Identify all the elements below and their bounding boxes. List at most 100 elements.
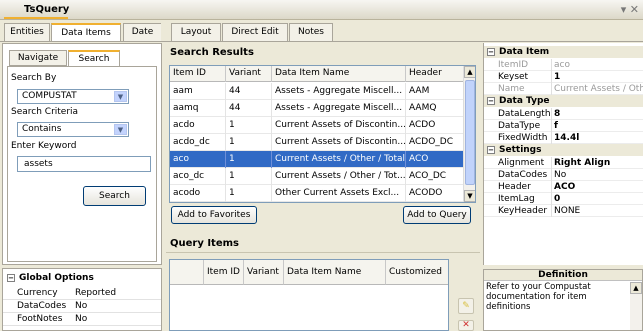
collapse-icon[interactable]: −	[487, 96, 495, 105]
property-section-header[interactable]: − Data Type	[484, 95, 643, 107]
tab-layout[interactable]: Layout	[171, 23, 221, 41]
window-controls[interactable]: ▾ ✕	[621, 3, 639, 16]
col-header[interactable]: Header	[406, 66, 465, 82]
search-by-label: Search By	[11, 73, 57, 83]
property-row[interactable]: Alignment Right Align	[484, 157, 643, 169]
property-row[interactable]: FixedWidth 14.4l	[484, 132, 643, 144]
col-name[interactable]: Data Item Name	[272, 66, 406, 82]
cell-variant: 1	[226, 168, 272, 185]
qcol-name[interactable]: Data Item Name	[284, 260, 386, 285]
divider	[166, 252, 480, 253]
search-button[interactable]: Search	[83, 186, 146, 206]
tab-date[interactable]: Date	[123, 23, 161, 41]
property-row[interactable]: ItemLag 0	[484, 193, 643, 205]
subtab-navigate[interactable]: Navigate	[9, 50, 67, 66]
property-value: 1	[554, 72, 561, 82]
property-key: DataLength	[498, 108, 552, 120]
table-row[interactable]: aam 44 Assets - Aggregate Miscell... AAM	[170, 83, 465, 100]
qcol-customized[interactable]: Customized	[386, 260, 448, 285]
tab-direct-edit[interactable]: Direct Edit	[222, 23, 288, 41]
criteria-label: Search Criteria	[11, 107, 79, 117]
search-panel: Navigate Search Search By COMPUSTAT ▼ Se…	[2, 43, 162, 265]
properties-panel: − Data Item ItemID aco Keyset 1 Name Current As…	[483, 43, 643, 265]
chevron-down-icon[interactable]: ▼	[114, 91, 127, 102]
cell-variant: 44	[226, 83, 272, 100]
property-row[interactable]: Header ACO	[484, 181, 643, 193]
scroll-thumb[interactable]	[465, 80, 475, 185]
results-scrollbar[interactable]: ▲ ▼	[463, 66, 475, 202]
property-section-header[interactable]: − Settings	[484, 144, 643, 156]
collapse-icon[interactable]: −	[487, 145, 495, 154]
table-row[interactable]: acodo 1 Other Current Assets Excl... ACODO	[170, 185, 465, 202]
cell-header: ACDO	[406, 117, 465, 134]
option-value: No	[75, 314, 88, 324]
table-row[interactable]: aco_dc 1 Current Assets / Other / Tot... AC…	[170, 168, 465, 185]
cell-item-id: aam	[170, 83, 226, 100]
property-row[interactable]: Keyset 1	[484, 71, 643, 83]
property-section-header[interactable]: − Data Item	[484, 46, 643, 58]
global-option-row[interactable]: Currency Reported	[3, 288, 161, 300]
global-options-title: Global Options	[19, 273, 94, 283]
results-header-row: Item ID Variant Data Item Name Header	[170, 66, 465, 82]
property-value: NONE	[554, 206, 581, 216]
global-option-row[interactable]: FootNotes No	[3, 314, 161, 326]
scroll-up-icon[interactable]: ▲	[630, 282, 642, 294]
property-row[interactable]: DataCodes No	[484, 169, 643, 181]
cell-name: Assets - Aggregate Miscell...	[272, 100, 406, 117]
query-items-grid[interactable]: Item ID Variant Data Item Name Customize…	[169, 259, 449, 331]
global-option-row[interactable]: DataCodes No	[3, 301, 161, 313]
tab-notes[interactable]: Notes	[289, 23, 333, 41]
table-row[interactable]: aamq 44 Assets - Aggregate Miscell... AAMQ	[170, 100, 465, 117]
col-variant[interactable]: Variant	[226, 66, 272, 82]
criteria-select[interactable]: Contains ▼	[17, 122, 129, 137]
query-items-title: Query Items	[170, 238, 239, 249]
definition-scrollbar[interactable]: ▲	[630, 282, 642, 330]
subtab-search[interactable]: Search	[68, 50, 120, 67]
property-row[interactable]: Name Current Assets / Oth	[484, 83, 643, 95]
add-to-favorites-button[interactable]: Add to Favorites	[171, 206, 257, 224]
cell-header: ACO_DC	[406, 168, 465, 185]
property-row[interactable]: DataLength 8	[484, 108, 643, 120]
qcol-variant[interactable]: Variant	[244, 260, 284, 285]
search-by-select[interactable]: COMPUSTAT ▼	[17, 89, 129, 104]
cell-variant: 1	[226, 117, 272, 134]
cell-name: Current Assets of Discontin...	[272, 134, 406, 151]
option-value: No	[75, 301, 88, 311]
property-row[interactable]: DataType f	[484, 120, 643, 132]
property-value: Current Assets / Oth	[554, 84, 643, 94]
tab-divider	[0, 41, 643, 42]
scroll-up-icon[interactable]: ▲	[464, 66, 475, 78]
chevron-down-icon[interactable]: ▼	[114, 124, 127, 135]
tab-data-items[interactable]: Data Items	[51, 23, 121, 42]
edit-icon[interactable]: ✎	[458, 298, 474, 314]
keyword-input[interactable]: assets	[17, 156, 151, 172]
keyword-label: Enter Keyword	[11, 141, 77, 151]
cell-header: ACO	[406, 151, 465, 168]
cell-item-id: acodo	[170, 185, 226, 202]
property-value: f	[554, 121, 558, 131]
collapse-icon[interactable]: −	[487, 47, 495, 56]
cell-header: AAMQ	[406, 100, 465, 117]
tab-entities[interactable]: Entities	[4, 23, 50, 41]
property-value: 14.4l	[554, 133, 580, 143]
property-value: 8	[554, 109, 561, 119]
search-results-grid[interactable]: Item ID Variant Data Item Name Header aa…	[169, 65, 476, 203]
global-options-header[interactable]: − Global Options	[7, 273, 94, 283]
collapse-icon[interactable]: −	[7, 273, 15, 282]
table-row[interactable]: aco 1 Current Assets / Other / Total ACO	[170, 151, 465, 168]
property-key: DataType	[498, 120, 552, 132]
table-row[interactable]: acdo 1 Current Assets of Discontin... ACDO	[170, 117, 465, 134]
search-form: Search By COMPUSTAT ▼ Search Criteria Co…	[7, 66, 157, 262]
scroll-down-icon[interactable]: ▼	[464, 190, 475, 202]
table-row[interactable]: acdo_dc 1 Current Assets of Discontin... AC…	[170, 134, 465, 151]
col-item-id[interactable]: Item ID	[170, 66, 226, 82]
property-row[interactable]: KeyHeader NONE	[484, 205, 643, 217]
qcol-item-id[interactable]: Item ID	[204, 260, 244, 285]
property-key: KeyHeader	[498, 205, 552, 217]
section-title: Data Type	[499, 96, 550, 106]
query-row-header	[170, 260, 204, 285]
window-titlebar: TsQuery ▾ ✕	[0, 0, 643, 20]
property-row[interactable]: ItemID aco	[484, 59, 643, 71]
delete-icon[interactable]: ✕	[458, 320, 474, 331]
add-to-query-button[interactable]: Add to Query	[403, 206, 471, 224]
